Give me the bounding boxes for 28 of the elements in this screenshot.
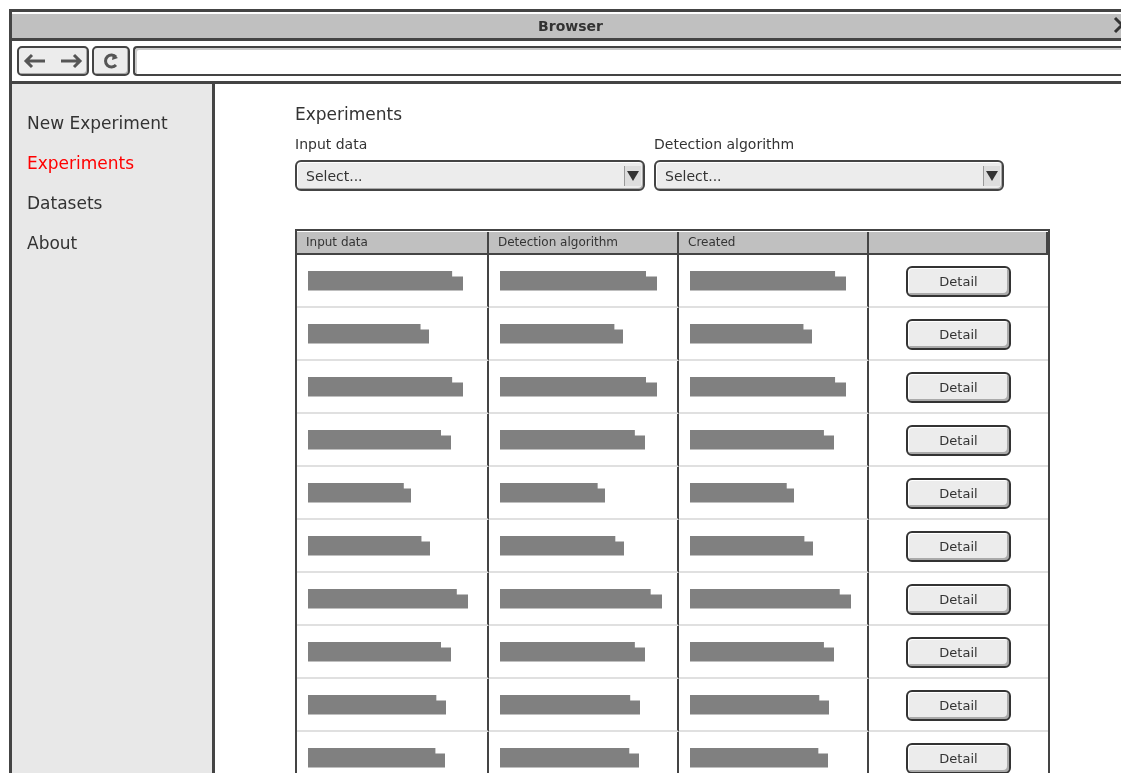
detail-button[interactable]: Detail [906,372,1011,403]
address-field[interactable] [133,46,1121,76]
field-label: Detection algorithm [654,136,795,152]
detail-button[interactable]: Detail [906,425,1011,456]
detail-button[interactable]: Detail [906,531,1011,562]
detail-button[interactable]: Detail [906,584,1011,615]
window-title: Browser [538,18,603,34]
detail-button[interactable]: Detail [906,690,1011,721]
field-label: Input data [295,136,368,152]
detail-button[interactable]: Detail [906,743,1011,773]
nav-link[interactable]: About [27,232,78,254]
column-header: Detection algorithm [489,232,679,255]
forward-arrow-icon[interactable] [59,53,83,69]
dropdown[interactable]: Select... [654,160,1004,191]
dropdown-arrow-icon [986,169,998,182]
page-title: Experiments [295,104,403,124]
detail-button[interactable]: Detail [906,637,1011,668]
nav-link[interactable]: New Experiment [27,112,168,134]
detail-button[interactable]: Detail [906,319,1011,350]
dropdown[interactable]: Select... [295,160,645,191]
nav-link[interactable]: Datasets [27,192,103,214]
detail-button[interactable]: Detail [906,266,1011,297]
detail-button[interactable]: Detail [906,478,1011,509]
back-arrow-icon[interactable] [23,53,47,69]
reload-icon[interactable] [102,52,120,70]
dropdown-arrow-icon [627,169,639,182]
column-header: Created [679,232,869,255]
column-header: Input data [297,232,489,255]
